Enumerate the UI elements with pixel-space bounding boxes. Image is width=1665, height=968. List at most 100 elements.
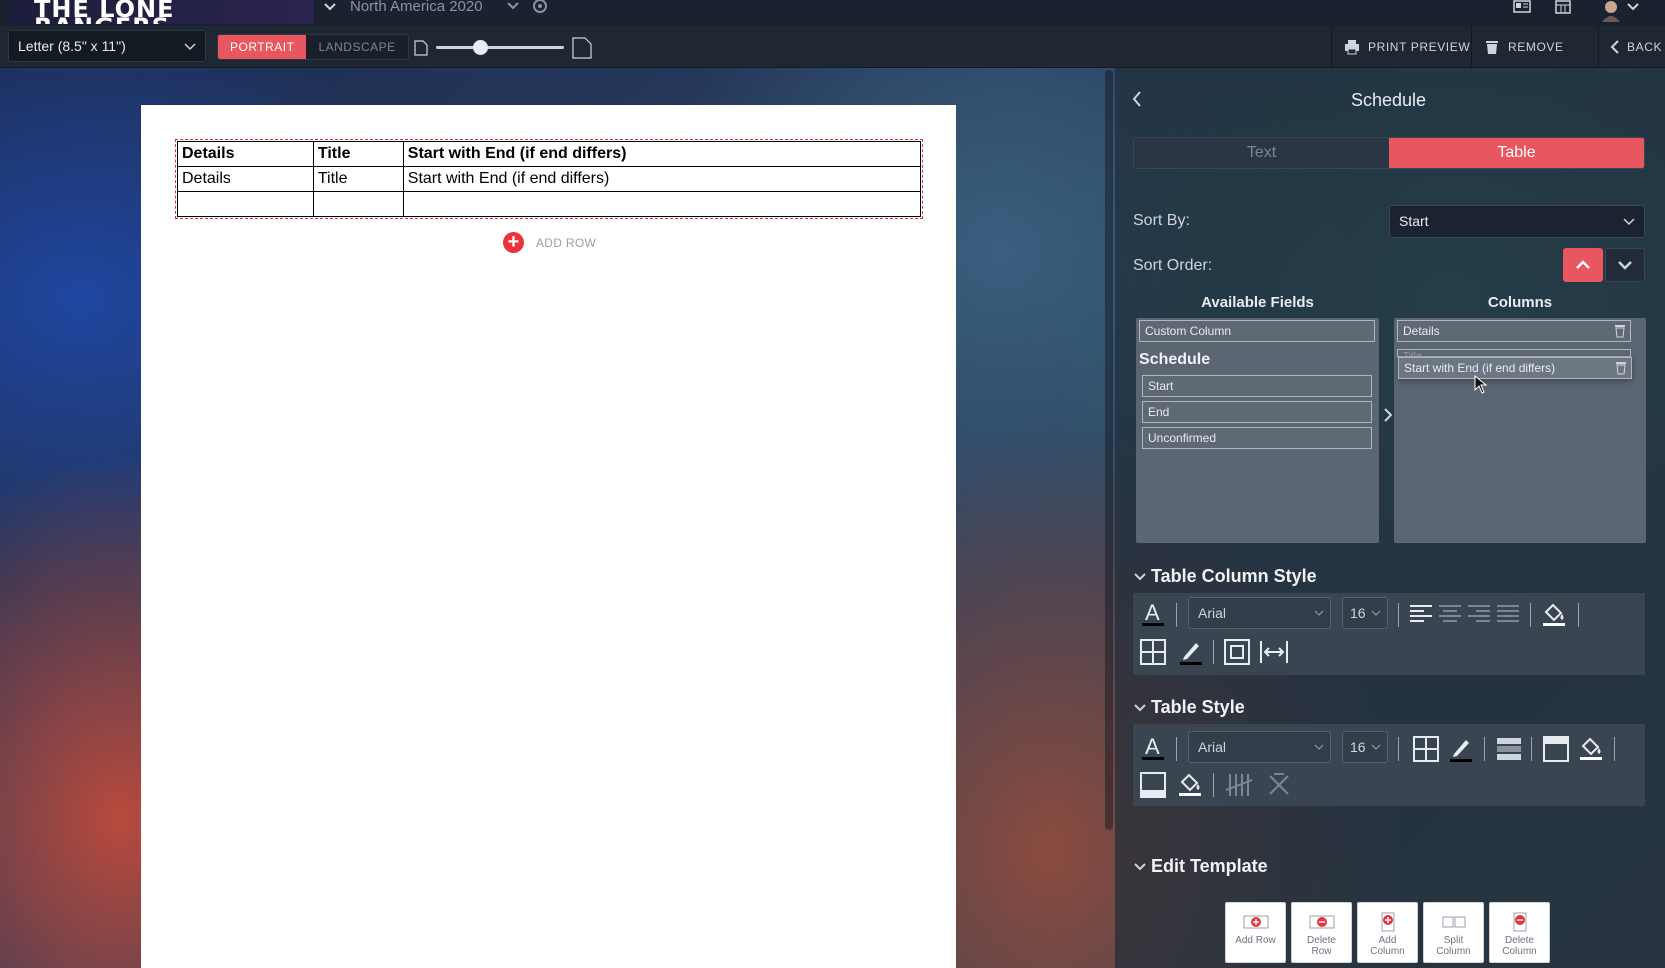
edit-template-header[interactable]: Edit Template [1133,856,1268,877]
table-cell[interactable]: Title [312,141,404,167]
gear-icon[interactable] [530,0,550,16]
trash-icon[interactable] [1614,324,1626,338]
table-cell[interactable]: Title [312,166,404,192]
orientation-toggle: PORTRAIT LANDSCAPE [217,34,409,60]
header-row-icon[interactable] [1541,734,1571,764]
chevron-down-icon [1371,610,1381,616]
template-split-column-button[interactable]: Split Column [1423,902,1484,963]
column-title[interactable]: Title [1397,349,1631,357]
table-cell[interactable]: Details [177,166,314,192]
table-size-select[interactable]: 16 [1342,731,1388,763]
chevron-down-icon [1371,744,1381,750]
table-cell[interactable] [312,191,404,217]
brand-logo[interactable]: THE LONE RANGERS [8,0,314,24]
border-color-icon[interactable] [1446,734,1476,764]
fill-color-icon[interactable] [1577,734,1605,762]
tab-table[interactable]: Table [1389,138,1644,168]
borders-icon[interactable] [1411,734,1441,764]
zoom-slider[interactable] [436,46,564,49]
separator [1176,603,1177,627]
sort-descending-button[interactable] [1605,248,1645,282]
chevron-down-icon[interactable] [322,0,338,16]
separator [1484,737,1485,761]
column-width-icon[interactable] [1258,637,1290,667]
table-size-value: 16 [1350,739,1366,755]
template-add-column-label: Add [1378,935,1397,946]
align-center-icon[interactable] [1437,603,1463,625]
table-cell[interactable] [177,191,314,217]
avatar[interactable] [1600,0,1622,22]
table-column-style-header[interactable]: Table Column Style [1133,566,1317,587]
template-add-row-label: Add Row [1235,935,1276,946]
template-add-column-button[interactable]: Add Column [1357,902,1418,963]
trash-icon[interactable] [1615,361,1627,375]
field-start[interactable]: Start [1142,375,1372,397]
landscape-button[interactable]: LANDSCAPE [306,35,408,59]
chevron-down-icon[interactable] [506,0,520,14]
borders-icon[interactable] [1138,637,1168,667]
tab-text[interactable]: Text [1134,138,1389,168]
portrait-button[interactable]: PORTRAIT [218,35,307,59]
chevron-down-icon [1618,261,1632,270]
text-color-icon[interactable]: A [1138,600,1168,628]
table-cell[interactable]: Start with End (if end differs) [402,166,922,192]
column-details[interactable]: Details [1397,320,1631,342]
sort-by-select[interactable]: Start [1389,205,1645,238]
chevron-right-icon[interactable] [1382,407,1394,423]
add-row-button[interactable]: + ADD ROW [503,232,596,253]
align-left-icon[interactable] [1408,603,1434,625]
fill-color-icon[interactable] [1540,600,1568,628]
template-add-column-label-2: Column [1370,946,1405,957]
table-row[interactable] [177,191,922,217]
template-add-row-button[interactable]: Add Row [1225,902,1286,963]
column-font-select[interactable]: Arial [1188,597,1331,629]
tour-selector[interactable]: North America 2020 [350,0,483,14]
align-justify-icon[interactable] [1495,603,1521,625]
striped-rows-icon[interactable] [1494,734,1524,764]
zoom-slider-handle[interactable] [472,40,488,55]
field-end[interactable]: End [1142,401,1372,423]
column-lines-icon[interactable] [1224,770,1254,800]
sort-by-label: Sort By: [1133,212,1190,229]
fill-color-icon[interactable] [1176,770,1204,798]
add-row-icon [1243,915,1268,929]
template-delete-row-button[interactable]: Delete Row [1291,902,1352,963]
separator [1530,603,1531,627]
schedule-table[interactable]: Details Title Start with End (if end diffe… [175,139,923,219]
table-cell[interactable] [402,191,922,217]
template-delete-column-label: Delete [1505,935,1534,946]
table-style-header[interactable]: Table Style [1133,697,1245,718]
sort-by-value: Start [1399,213,1429,229]
calendar-icon[interactable] [1553,0,1573,16]
paper-size-select[interactable]: Letter (8.5" x 11") [8,30,206,62]
template-delete-column-button[interactable]: Delete Column [1489,902,1550,963]
cell-padding-icon[interactable] [1222,637,1252,667]
align-right-icon[interactable] [1466,603,1492,625]
mode-tabs: Text Table [1133,137,1645,169]
contact-card-icon[interactable] [1512,0,1532,16]
remove-label: REMOVE [1508,40,1564,54]
column-size-select[interactable]: 16 [1342,597,1388,629]
table-font-select[interactable]: Arial [1188,731,1331,763]
text-color-icon[interactable]: A [1138,734,1168,762]
chevron-down-icon[interactable] [1626,0,1640,16]
border-color-icon[interactable] [1176,637,1206,667]
sort-ascending-button[interactable] [1563,248,1603,282]
toolbar: Letter (8.5" x 11") PORTRAIT LANDSCAPE P… [0,26,1665,68]
table-header-row[interactable]: Details Title Start with End (if end diffe… [177,141,922,167]
template-split-column-label: Split [1443,935,1464,946]
page-small-icon [414,40,428,56]
remove-button[interactable]: REMOVE [1471,26,1570,68]
table-row[interactable]: Details Title Start with End (if end diffe… [177,166,922,192]
scrollbar[interactable] [1105,70,1113,830]
table-cell[interactable]: Start with End (if end differs) [402,141,922,167]
clear-style-icon[interactable] [1264,770,1294,800]
chevron-left-icon[interactable] [1127,88,1147,110]
table-cell[interactable]: Details [177,141,314,167]
field-unconfirmed[interactable]: Unconfirmed [1142,427,1372,449]
custom-column-field[interactable]: Custom Column [1139,320,1375,342]
column-start-with-end-dragging[interactable]: Start with End (if end differs) [1398,357,1632,379]
footer-row-icon[interactable] [1138,770,1168,800]
back-button[interactable]: BACK [1598,26,1665,68]
print-preview-button[interactable]: PRINT PREVIEW [1331,26,1471,68]
